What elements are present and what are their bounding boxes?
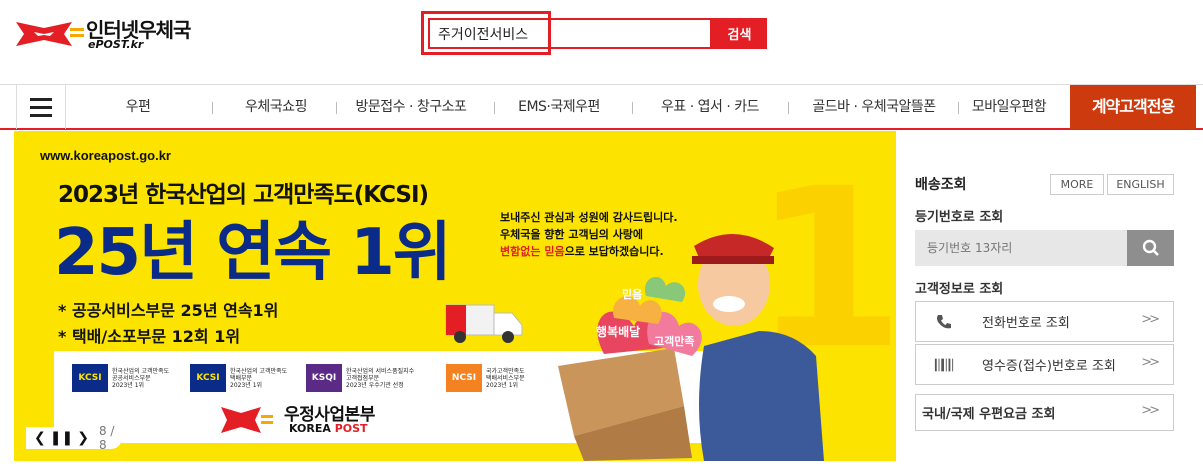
award-item: KCSI 한국산업의 고객만족도 공공서비스부문 2023년 1위 [72, 363, 169, 393]
award-item: KSQI 한국산업의 서비스품질지수 고객접점부문 2023년 우수기관 선정 [306, 363, 414, 393]
reg-search-button[interactable] [1127, 230, 1174, 266]
heart-label: 믿음 [622, 288, 643, 301]
phone-icon [934, 312, 954, 332]
nav-divider [958, 102, 959, 114]
promo-banner[interactable]: 1 www.koreapost.go.kr 2023년 한국산업의 고객만족도(… [14, 131, 896, 461]
search-button[interactable]: 검색 [712, 18, 767, 49]
banner-headline: 25년 연속 1위 [54, 216, 452, 290]
banner-bullet: * 공공서비스부문 25년 연속1위 [58, 301, 279, 320]
nav-item-visit-pickup[interactable]: 방문접수 · 창구소포 [340, 85, 482, 129]
org-subname: KOREA POST [289, 422, 368, 435]
phone-lookup-button[interactable]: 전화번호로 조회 >> [915, 301, 1174, 342]
banner-bullet: * 택배/소포부문 12회 1위 [58, 327, 241, 346]
banner-url: www.koreapost.go.kr [40, 148, 171, 163]
nav-divider [632, 102, 633, 114]
kcsi-logo-icon: KCSI [72, 364, 108, 392]
nav-divider [788, 102, 789, 114]
nav-item-shopping[interactable]: 우체국쇼핑 [228, 85, 324, 129]
ncsi-logo-icon: NCSI [446, 364, 482, 392]
nav-divider [494, 102, 495, 114]
reg-number-label: 등기번호로 조회 [915, 210, 1004, 225]
main-nav: 우편 우체국쇼핑 방문접수 · 창구소포 EMS·국제우편 우표 · 엽서 · … [0, 84, 1203, 130]
nav-item-mail[interactable]: 우편 [90, 85, 186, 129]
ksqi-logo-icon: KSQI [306, 364, 342, 392]
nav-item-goldbar[interactable]: 골드바 · 우체국알뜰폰 [794, 85, 954, 129]
barcode-icon [934, 355, 954, 375]
pause-icon[interactable]: ❚❚ [50, 430, 73, 446]
logo-subtext: ePOST.kr [88, 38, 144, 51]
receipt-lookup-button[interactable]: 영수증(접수)번호로 조회 >> [915, 344, 1174, 385]
customer-info-label: 고객정보로 조회 [915, 282, 1004, 297]
search-highlight-frame [421, 11, 551, 55]
heart-label: 고객만족 [654, 335, 695, 348]
postage-rates-button[interactable]: 국내/국제 우편요금 조회 >> [915, 394, 1174, 431]
chevron-right-icon: >> [1141, 355, 1160, 370]
chevron-right-icon: >> [1141, 312, 1160, 327]
truck-icon [445, 304, 523, 343]
tracking-title: 배송조회 [915, 177, 967, 193]
chevron-right-icon: >> [1141, 403, 1160, 418]
menu-icon[interactable] [16, 85, 66, 129]
nav-item-ems[interactable]: EMS·국제우편 [500, 85, 618, 129]
kcsi-logo-icon: KCSI [190, 364, 226, 392]
reg-number-input[interactable] [915, 230, 1127, 266]
award-item: KCSI 한국산업의 고객만족도 택배부문 2023년 1위 [190, 363, 287, 393]
next-arrow-icon[interactable]: ❯ [77, 430, 89, 446]
nav-item-stamps[interactable]: 우표 · 엽서 · 카드 [642, 85, 778, 129]
slide-indicator: 8 / 8 [98, 424, 115, 452]
heart-label: 행복배달 [596, 325, 641, 339]
prev-arrow-icon[interactable]: ❮ [34, 430, 46, 446]
more-button[interactable]: MORE [1050, 174, 1104, 195]
nav-item-mobile-mailbox[interactable]: 모바일우편함 [962, 85, 1056, 129]
nav-item-contract-customer[interactable]: 계약고객전용 [1070, 85, 1196, 129]
award-item: NCSI 국가고객만족도 택배서비스부문 2023년 1위 [446, 363, 525, 393]
nav-divider [336, 102, 337, 114]
english-button[interactable]: ENGLISH [1107, 174, 1174, 195]
nav-divider [212, 102, 213, 114]
search-icon [1142, 239, 1159, 256]
slider-controls: ❮ ❚❚ ❯ 8 / 8 [26, 424, 122, 452]
